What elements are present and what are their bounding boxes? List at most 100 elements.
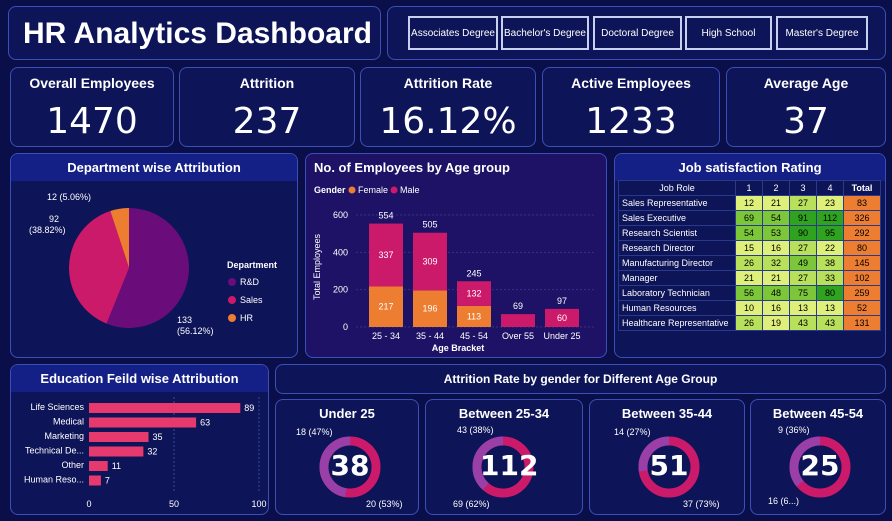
pie-label-sales-count: 92 — [49, 214, 59, 224]
edu-bar[interactable] — [89, 417, 197, 428]
table-row[interactable]: Laboratory Technician 56 48 75 80 259 — [618, 285, 881, 301]
y-tick-label: 0 — [343, 322, 348, 332]
attrition-gender-header: Attrition Rate by gender for Different A… — [275, 364, 886, 394]
legend-label-rd[interactable]: R&D — [240, 277, 260, 287]
col-header-4[interactable]: 4 — [816, 180, 844, 196]
kpi-value: 1470 — [46, 101, 138, 142]
cell-rating-count: 13 — [816, 300, 844, 316]
bar-male[interactable] — [501, 314, 535, 327]
donut-label-female: 18 (47%) — [296, 427, 333, 437]
x-tick-label: 50 — [169, 499, 179, 509]
education-slicer: Associates Degree Bachelor's Degree Doct… — [387, 6, 886, 60]
donut-label-male: 16 (6...) — [768, 496, 800, 506]
kpi-label: Attrition Rate — [403, 75, 493, 91]
cell-job-role: Sales Representative — [618, 195, 736, 211]
pie-label-rd-count: 133 — [177, 315, 192, 325]
donut-center-value: 112 — [480, 449, 539, 482]
kpi-label: Attrition — [239, 75, 295, 91]
cell-rating-count: 10 — [735, 300, 763, 316]
col-header-2[interactable]: 2 — [762, 180, 790, 196]
education-field-title: Education Feild wise Attribution — [11, 365, 268, 392]
cell-total: 326 — [843, 210, 881, 226]
table-row[interactable]: Sales Executive 69 54 91 112 326 — [618, 210, 881, 226]
age-group-bar-panel: No. of Employees by Age group Gender Fem… — [305, 153, 607, 358]
cell-rating-count: 16 — [762, 300, 790, 316]
table-row[interactable]: Research Director 15 16 27 22 80 — [618, 240, 881, 256]
edu-bar[interactable] — [89, 475, 101, 486]
y-tick-label: 200 — [333, 285, 348, 295]
bar-total-label: 245 — [466, 268, 481, 278]
cell-total: 145 — [843, 255, 881, 271]
bar-value-male: 132 — [466, 289, 481, 299]
age-group-bar-chart: Gender Female Male Total Employees 0 200 4… — [312, 185, 596, 353]
edu-bar[interactable] — [89, 461, 108, 471]
edu-bar[interactable] — [89, 403, 241, 413]
kpi-attrition: Attrition 237 — [179, 67, 355, 147]
legend-marker-sales — [228, 296, 236, 304]
legend-label-male[interactable]: Male — [400, 185, 420, 195]
donut-title: Between 45-54 — [772, 406, 864, 421]
department-pie-title: Department wise Attribution — [11, 154, 297, 181]
cell-rating-count: 13 — [789, 300, 817, 316]
cell-job-role: Sales Executive — [618, 210, 736, 226]
cell-rating-count: 91 — [789, 210, 817, 226]
slicer-bachelors-degree[interactable]: Bachelor's Degree — [501, 16, 589, 50]
legend-label-female[interactable]: Female — [358, 185, 388, 195]
table-row[interactable]: Research Scientist 54 53 90 95 292 — [618, 225, 881, 241]
table-row[interactable]: Manufacturing Director 26 32 49 38 145 — [618, 255, 881, 271]
legend-label-hr[interactable]: HR — [240, 313, 253, 323]
cell-job-role: Manager — [618, 270, 736, 286]
y-tick-label: Other — [61, 460, 84, 470]
donut-center-value: 51 — [649, 449, 689, 482]
cell-rating-count: 26 — [735, 315, 763, 331]
cell-rating-count: 26 — [735, 255, 763, 271]
table-row[interactable]: Manager 21 21 27 33 102 — [618, 270, 881, 286]
x-tick-label: 0 — [86, 499, 91, 509]
legend-marker-hr — [228, 314, 236, 322]
col-header-total[interactable]: Total — [843, 180, 881, 196]
edu-bar[interactable] — [89, 432, 149, 442]
slicer-masters-degree[interactable]: Master's Degree — [776, 16, 868, 50]
x-tick-label: Under 25 — [543, 331, 580, 341]
cell-rating-count: 75 — [789, 285, 817, 301]
donut-label-male: 37 (73%) — [683, 499, 720, 509]
cell-job-role: Healthcare Representative — [618, 315, 736, 331]
slicer-associates-degree[interactable]: Associates Degree — [408, 16, 498, 50]
kpi-value: 1233 — [585, 101, 677, 142]
x-tick-label: 35 - 44 — [416, 331, 444, 341]
donut-center-value: 25 — [800, 449, 840, 482]
cell-rating-count: 54 — [735, 225, 763, 241]
cell-rating-count: 19 — [762, 315, 790, 331]
slicer-doctoral-degree[interactable]: Doctoral Degree — [593, 16, 682, 50]
table-row[interactable]: Healthcare Representative 26 19 43 43 131 — [618, 315, 881, 331]
donut-label-female: 9 (36%) — [778, 425, 810, 435]
bar-total-label: 69 — [513, 301, 523, 311]
y-tick-label: Technical De... — [25, 446, 84, 456]
y-tick-label: Life Sciences — [30, 402, 84, 412]
col-header-3[interactable]: 3 — [789, 180, 817, 196]
cell-rating-count: 21 — [735, 270, 763, 286]
legend-label-sales[interactable]: Sales — [240, 295, 263, 305]
department-pie-chart: 12 (5.06%) 92 (38.82%) 133 (56.12%) Depa… — [29, 192, 277, 336]
col-header-job-role[interactable]: Job Role — [618, 180, 736, 196]
bar-value-label: 7 — [105, 476, 110, 486]
bar-value-label: 63 — [200, 418, 210, 428]
cell-rating-count: 16 — [762, 240, 790, 256]
table-row[interactable]: Sales Representative 12 21 27 23 83 — [618, 195, 881, 211]
legend-marker-female — [348, 186, 356, 194]
kpi-overall-employees: Overall Employees 1470 — [10, 67, 174, 147]
table-row[interactable]: Human Resources 10 16 13 13 52 — [618, 300, 881, 316]
cell-rating-count: 12 — [735, 195, 763, 211]
bar-x-axis-label: Age Bracket — [432, 343, 485, 353]
cell-total: 80 — [843, 240, 881, 256]
kpi-average-age: Average Age 37 — [726, 67, 886, 147]
y-tick-label: Human Reso... — [24, 475, 84, 485]
cell-rating-count: 32 — [762, 255, 790, 271]
x-tick-label: 100 — [251, 499, 266, 509]
kpi-value: 37 — [783, 101, 829, 142]
slicer-high-school[interactable]: High School — [685, 16, 772, 50]
y-tick-label: 600 — [333, 210, 348, 220]
edu-bar[interactable] — [89, 446, 144, 457]
col-header-1[interactable]: 1 — [735, 180, 763, 196]
cell-rating-count: 15 — [735, 240, 763, 256]
